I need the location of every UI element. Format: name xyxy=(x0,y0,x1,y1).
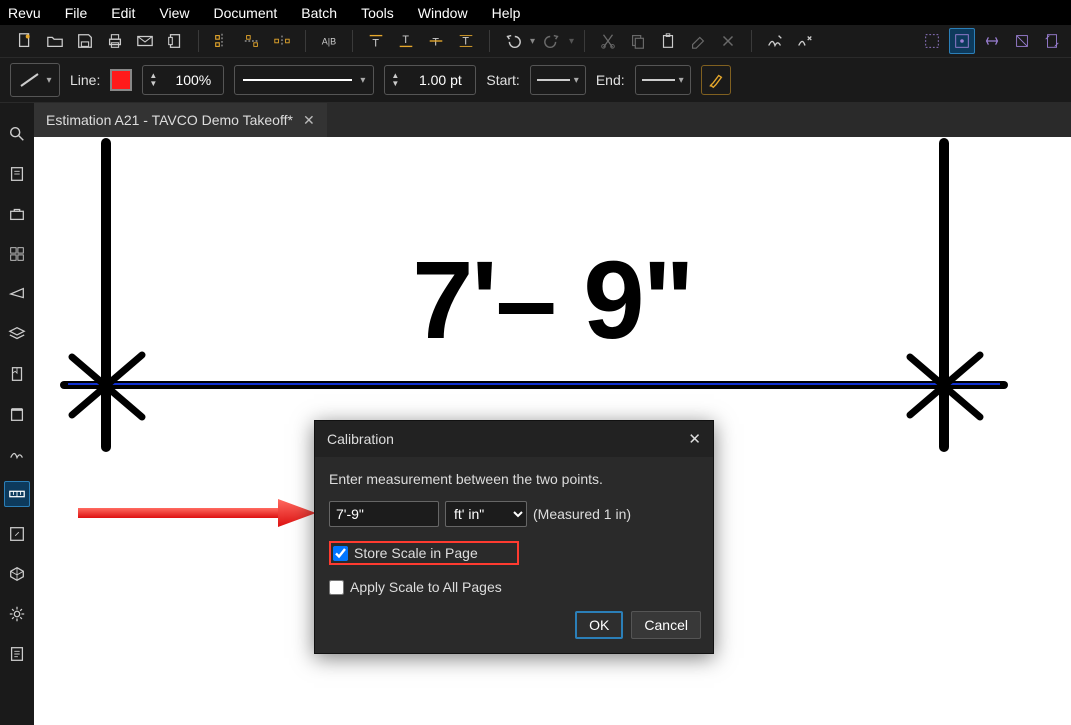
3d-icon[interactable] xyxy=(4,561,30,587)
line-label: Line: xyxy=(70,72,100,88)
menu-tools[interactable]: Tools xyxy=(361,5,394,21)
dialog-title: Calibration xyxy=(327,431,394,447)
menu-view[interactable]: View xyxy=(159,5,189,21)
measurement-input[interactable] xyxy=(329,501,439,527)
email-icon[interactable] xyxy=(132,28,158,54)
start-label: Start: xyxy=(486,72,519,88)
thumbnails-icon[interactable] xyxy=(4,241,30,267)
line-tool-dropdown[interactable]: ▾ xyxy=(10,63,60,97)
align-h-icon[interactable] xyxy=(239,28,265,54)
menu-batch[interactable]: Batch xyxy=(301,5,337,21)
main-toolbar: A|B T T T T ▾ ▾ xyxy=(0,25,1071,57)
store-scale-row: Store Scale in Page xyxy=(329,541,519,565)
svg-text:T: T xyxy=(372,37,379,49)
forms-icon[interactable] xyxy=(4,641,30,667)
line-style-dropdown[interactable]: ▾ xyxy=(234,65,374,95)
line-width-input[interactable] xyxy=(405,72,475,88)
search-icon[interactable] xyxy=(4,121,30,147)
svg-text:T: T xyxy=(402,34,409,46)
measurement-text: 7'– 9" xyxy=(412,237,692,364)
highlight-toggle[interactable] xyxy=(701,65,731,95)
menu-document[interactable]: Document xyxy=(213,5,277,21)
snap-content-icon[interactable] xyxy=(949,28,975,54)
menu-help[interactable]: Help xyxy=(492,5,521,21)
menu-revu[interactable]: Revu xyxy=(8,5,41,21)
text-strike-icon[interactable]: T xyxy=(423,28,449,54)
text-align-icon[interactable]: A|B xyxy=(316,28,342,54)
apply-all-checkbox[interactable] xyxy=(329,580,344,595)
left-panel-strip xyxy=(0,103,34,725)
end-label: End: xyxy=(596,72,625,88)
sign-icon[interactable] xyxy=(762,28,788,54)
document-tab-title: Estimation A21 - TAVCO Demo Takeoff* xyxy=(46,112,293,128)
svg-text:A|B: A|B xyxy=(322,37,336,47)
properties-icon[interactable] xyxy=(4,401,30,427)
document-tab-bar: Estimation A21 - TAVCO Demo Takeoff* ✕ xyxy=(34,103,1071,137)
measurements-icon[interactable] xyxy=(4,481,30,507)
dialog-instruction: Enter measurement between the two points… xyxy=(329,471,699,487)
toolchest-icon[interactable] xyxy=(4,201,30,227)
bookmarks-icon[interactable] xyxy=(4,361,30,387)
flag-icon[interactable] xyxy=(4,281,30,307)
close-tab-icon[interactable]: ✕ xyxy=(303,112,315,129)
annotation-arrow xyxy=(78,497,318,529)
svg-text:T: T xyxy=(462,36,469,48)
redo-icon[interactable] xyxy=(539,28,565,54)
store-scale-label: Store Scale in Page xyxy=(354,545,478,561)
signatures-icon[interactable] xyxy=(4,441,30,467)
calibration-dialog: Calibration ✕ Enter measurement between … xyxy=(314,420,714,654)
properties-bar: ▾ Line: ▲▼ ▾ ▲▼ Start: ▾ End: ▾ xyxy=(0,57,1071,103)
save-icon[interactable] xyxy=(72,28,98,54)
links-icon[interactable] xyxy=(4,521,30,547)
menu-edit[interactable]: Edit xyxy=(111,5,135,21)
document-tab[interactable]: Estimation A21 - TAVCO Demo Takeoff* ✕ xyxy=(34,103,327,137)
sync-icon[interactable] xyxy=(1039,28,1065,54)
erase-icon[interactable] xyxy=(685,28,711,54)
text-top-icon[interactable]: T xyxy=(363,28,389,54)
cancel-button[interactable]: Cancel xyxy=(631,611,701,639)
layers-icon[interactable] xyxy=(4,321,30,347)
paste-icon[interactable] xyxy=(655,28,681,54)
svg-text:T: T xyxy=(432,37,439,49)
settings-icon[interactable] xyxy=(4,601,30,627)
print-icon[interactable] xyxy=(102,28,128,54)
text-bottom-icon[interactable]: T xyxy=(393,28,419,54)
apply-all-label: Apply Scale to All Pages xyxy=(350,579,502,595)
opacity-input[interactable] xyxy=(163,72,223,88)
apply-all-row: Apply Scale to All Pages xyxy=(329,579,699,595)
ok-button[interactable]: OK xyxy=(575,611,623,639)
dialog-close-icon[interactable]: ✕ xyxy=(688,430,701,448)
text-box-icon[interactable]: T xyxy=(453,28,479,54)
menu-window[interactable]: Window xyxy=(418,5,468,21)
start-cap-dropdown[interactable]: ▾ xyxy=(530,65,586,95)
end-cap-dropdown[interactable]: ▾ xyxy=(635,65,691,95)
line-width-stepper[interactable]: ▲▼ xyxy=(384,65,476,95)
new-doc-icon[interactable] xyxy=(12,28,38,54)
delete-icon[interactable] xyxy=(715,28,741,54)
open-icon[interactable] xyxy=(42,28,68,54)
reuse-icon[interactable] xyxy=(1009,28,1035,54)
snap-grid-icon[interactable] xyxy=(919,28,945,54)
snap-markup-icon[interactable] xyxy=(979,28,1005,54)
align-left-icon[interactable] xyxy=(209,28,235,54)
sign-x-icon[interactable] xyxy=(792,28,818,54)
unit-select[interactable]: ft' in" xyxy=(445,501,527,527)
copy-icon[interactable] xyxy=(625,28,651,54)
measured-label: (Measured 1 in) xyxy=(533,506,631,522)
opacity-stepper[interactable]: ▲▼ xyxy=(142,65,224,95)
distribute-icon[interactable] xyxy=(269,28,295,54)
store-scale-checkbox[interactable] xyxy=(333,546,348,561)
menu-bar: Revu File Edit View Document Batch Tools… xyxy=(0,0,1071,25)
file-access-icon[interactable] xyxy=(4,161,30,187)
doc-props-icon[interactable] xyxy=(162,28,188,54)
menu-file[interactable]: File xyxy=(65,5,88,21)
cut-icon[interactable] xyxy=(595,28,621,54)
undo-icon[interactable] xyxy=(500,28,526,54)
line-color-swatch[interactable] xyxy=(110,69,132,91)
